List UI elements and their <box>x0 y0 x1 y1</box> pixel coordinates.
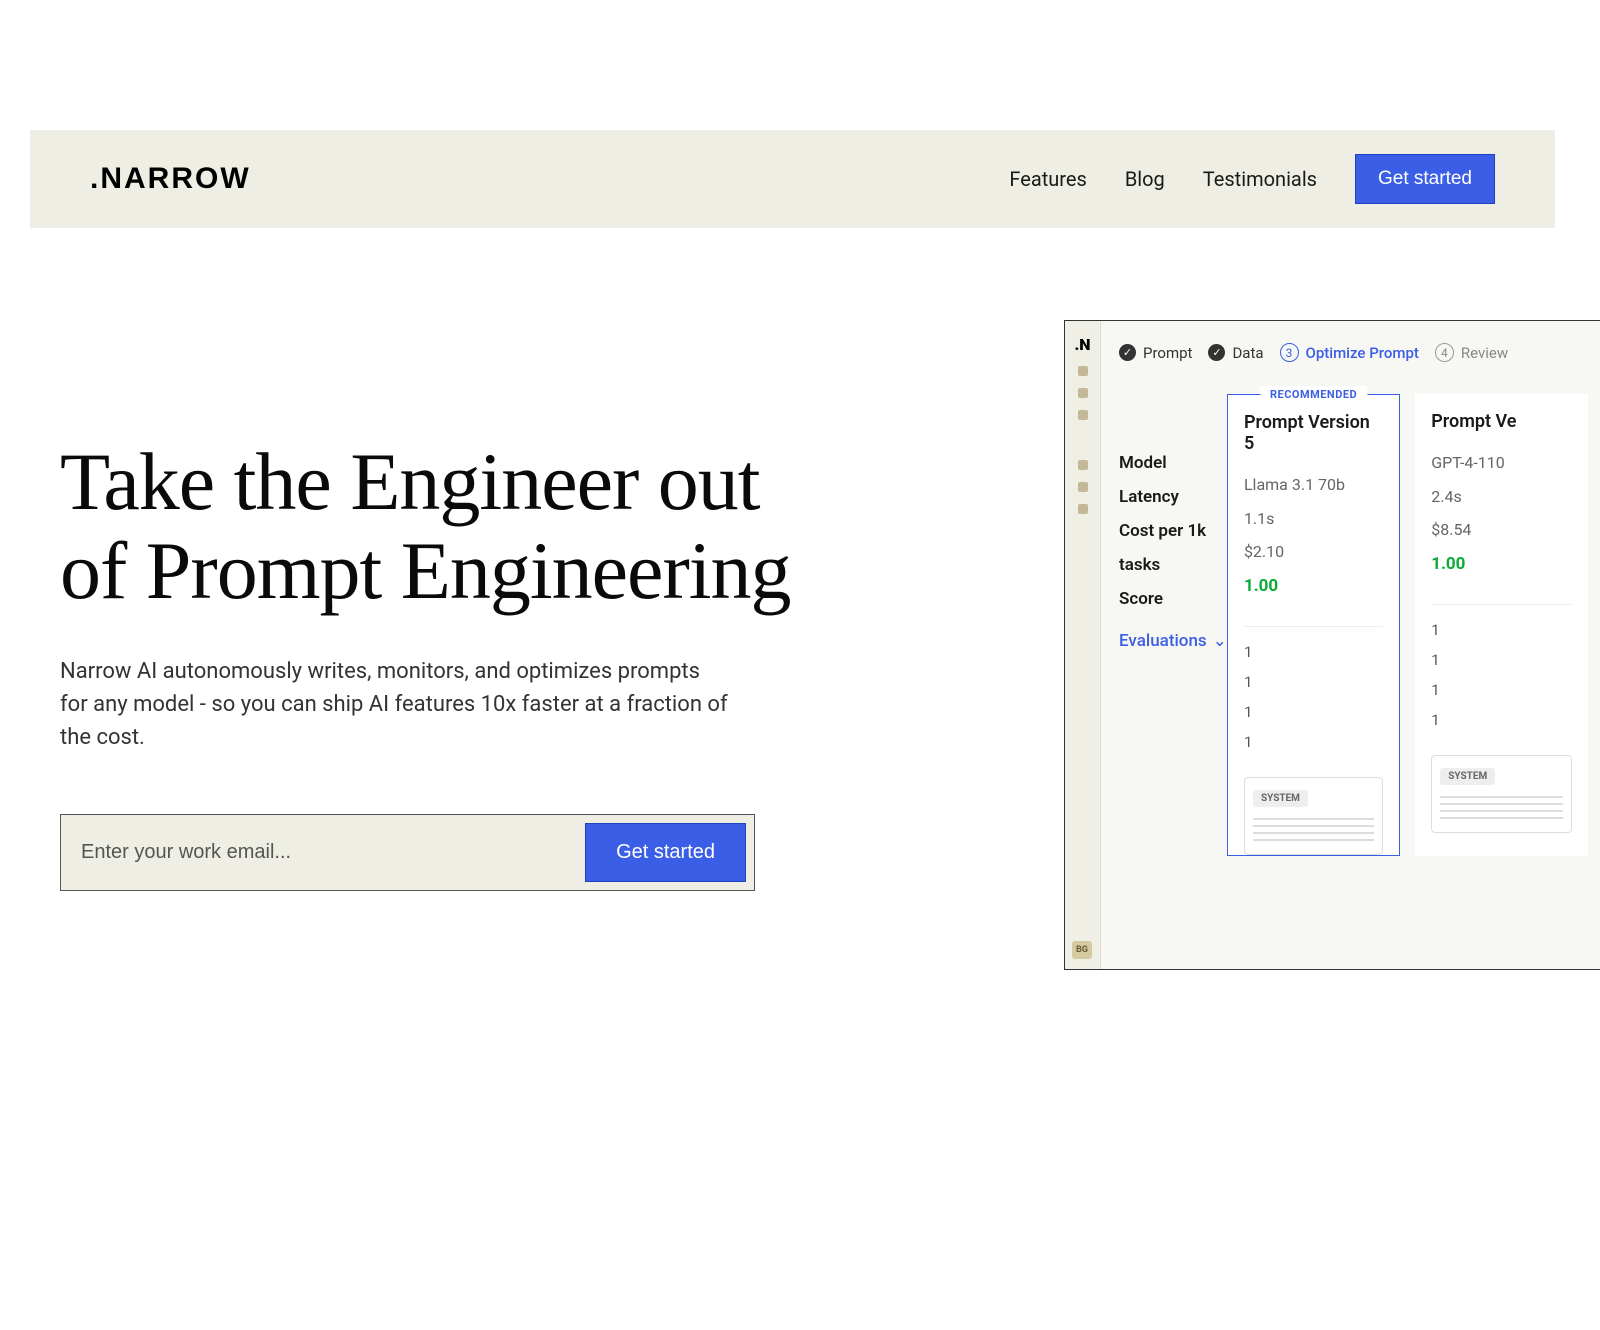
step-optimize[interactable]: 3 Optimize Prompt <box>1280 343 1419 362</box>
text-line-placeholder <box>1253 818 1374 820</box>
step-prompt[interactable]: ✓ Prompt <box>1119 344 1192 362</box>
eval-value: 1 <box>1431 705 1572 735</box>
chevron-down-icon: ⌄ <box>1213 631 1227 651</box>
sidebar-icon[interactable] <box>1078 410 1088 420</box>
card-score: 1.00 <box>1431 547 1572 583</box>
label-score: Score <box>1119 582 1227 616</box>
recommended-badge: RECOMMENDED <box>1260 386 1367 403</box>
user-avatar[interactable]: BG <box>1072 941 1092 959</box>
step-number-icon: 4 <box>1435 343 1454 362</box>
card-latency: 1.1s <box>1244 502 1383 536</box>
system-prompt-preview: SYSTEM <box>1244 777 1383 855</box>
eval-value: 1 <box>1244 667 1383 697</box>
app-sidebar: .N BG <box>1065 321 1101 969</box>
hero-title: Take the Engineer out of Prompt Engineer… <box>60 438 830 615</box>
email-submit-button[interactable]: Get started <box>585 823 746 882</box>
app-preview: .N BG ✓ Prompt ✓ Data 3 Optimize Prompt … <box>1064 320 1600 970</box>
main-nav: Features Blog Testimonials Get started <box>1009 154 1495 204</box>
email-input[interactable] <box>69 827 585 878</box>
app-logo-icon: .N <box>1065 321 1100 354</box>
card-model: Llama 3.1 70b <box>1244 468 1383 502</box>
prompt-card-recommended[interactable]: RECOMMENDED Prompt Version 5 Llama 3.1 7… <box>1227 394 1400 856</box>
eval-value: 1 <box>1431 675 1572 705</box>
step-review[interactable]: 4 Review <box>1435 343 1508 362</box>
step-number-icon: 3 <box>1280 343 1299 362</box>
workflow-stepper: ✓ Prompt ✓ Data 3 Optimize Prompt 4 Revi… <box>1119 335 1600 370</box>
card-title: Prompt Version 5 <box>1244 412 1383 454</box>
text-line-placeholder <box>1253 825 1374 827</box>
card-cost: $2.10 <box>1244 535 1383 569</box>
evaluations-toggle[interactable]: Evaluations ⌄ <box>1119 631 1227 651</box>
label-cost: Cost per 1k tasks <box>1119 514 1227 582</box>
check-icon: ✓ <box>1119 344 1136 361</box>
sidebar-icon[interactable] <box>1078 504 1088 514</box>
text-line-placeholder <box>1440 803 1563 805</box>
sidebar-icon[interactable] <box>1078 366 1088 376</box>
hero-subtitle: Narrow AI autonomously writes, monitors,… <box>60 655 730 754</box>
card-latency: 2.4s <box>1431 480 1572 514</box>
system-tag: SYSTEM <box>1440 768 1495 785</box>
text-line-placeholder <box>1440 796 1563 798</box>
metrics-labels: Model Latency Cost per 1k tasks Score Ev… <box>1119 394 1227 856</box>
email-signup-form: Get started <box>60 814 755 891</box>
text-line-placeholder <box>1440 810 1563 812</box>
card-model: GPT-4-110 <box>1431 446 1572 480</box>
prompt-card[interactable]: Prompt Ve GPT-4-110 2.4s $8.54 1.00 1 1 … <box>1415 394 1588 856</box>
eval-value: 1 <box>1244 727 1383 757</box>
text-line-placeholder <box>1253 832 1374 834</box>
eval-value: 1 <box>1244 637 1383 667</box>
brand-logo: .NARROW <box>90 162 251 196</box>
site-header: .NARROW Features Blog Testimonials Get s… <box>30 130 1555 228</box>
comparison-table: Model Latency Cost per 1k tasks Score Ev… <box>1119 394 1600 856</box>
check-icon: ✓ <box>1208 344 1225 361</box>
eval-rows: 1 1 1 1 <box>1244 626 1383 757</box>
eval-value: 1 <box>1431 615 1572 645</box>
eval-rows: 1 1 1 1 <box>1431 604 1572 735</box>
nav-blog[interactable]: Blog <box>1125 167 1165 191</box>
system-prompt-preview: SYSTEM <box>1431 755 1572 833</box>
nav-testimonials[interactable]: Testimonials <box>1203 167 1317 191</box>
sidebar-icon[interactable] <box>1078 388 1088 398</box>
eval-value: 1 <box>1244 697 1383 727</box>
sidebar-icon[interactable] <box>1078 482 1088 492</box>
label-model: Model <box>1119 446 1227 480</box>
sidebar-icon[interactable] <box>1078 460 1088 470</box>
card-title: Prompt Ve <box>1431 411 1572 432</box>
text-line-placeholder <box>1440 817 1563 819</box>
text-line-placeholder <box>1253 839 1374 841</box>
system-tag: SYSTEM <box>1253 790 1308 807</box>
nav-features[interactable]: Features <box>1009 167 1086 191</box>
card-cost: $8.54 <box>1431 513 1572 547</box>
card-score: 1.00 <box>1244 569 1383 605</box>
step-data[interactable]: ✓ Data <box>1208 344 1263 362</box>
get-started-button[interactable]: Get started <box>1355 154 1495 204</box>
eval-value: 1 <box>1431 645 1572 675</box>
label-latency: Latency <box>1119 480 1227 514</box>
